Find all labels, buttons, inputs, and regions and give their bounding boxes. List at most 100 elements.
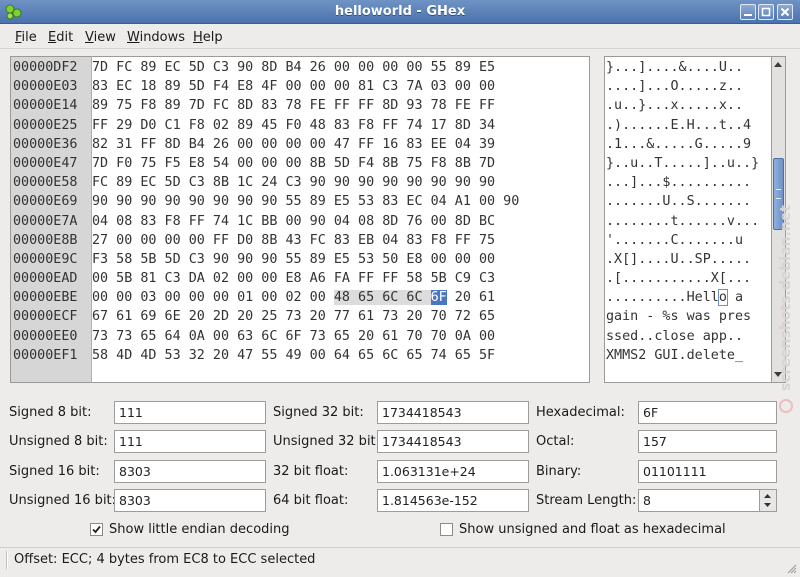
offset-row: 00000E9C [13,251,78,267]
hex-label: Hexadecimal: [536,405,625,420]
ascii-row[interactable]: .)......E.H...t..4 [606,116,759,135]
ascii-row[interactable]: }...]....&....U.. [606,58,759,77]
hex-row[interactable]: 27 00 00 00 00 FF D0 8B 43 FC 83 EB 04 8… [92,231,519,250]
hex-row[interactable]: 89 75 F8 89 7D FC 8D 83 78 FE FF FF 8D 9… [92,96,519,115]
close-button[interactable] [777,4,793,20]
resize-grip-icon[interactable] [785,562,797,574]
hex-row[interactable]: 73 73 65 64 0A 00 63 6C 6F 73 65 20 61 7… [92,327,519,346]
signed8-field[interactable]: 111 [114,401,266,424]
little-endian-option[interactable]: Show little endian decoding [90,522,330,540]
ascii-row[interactable]: ........t......v... [606,212,759,231]
offset-row: 00000E7A [13,213,78,229]
offset-row: 00000E36 [13,136,78,152]
checkmark-icon [92,525,101,534]
hex-row[interactable]: F3 58 5B 5D C3 90 90 90 55 89 E5 53 50 E… [92,250,519,269]
float64-field[interactable]: 1.814563e-152 [377,489,529,512]
unsigned-hex-option[interactable]: Show unsigned and float as hexadecimal [440,522,740,540]
status-text: Offset: ECC; 4 bytes from EC8 to ECC sel… [14,552,316,567]
hex-row[interactable]: FC 89 EC 5D C3 8B 1C 24 C3 90 90 90 90 9… [92,173,519,192]
title-bar[interactable]: helloworld - GHex [0,0,800,24]
menu-help[interactable]: Help [193,30,223,45]
menu-file[interactable]: File [15,30,37,45]
menu-bar: File Edit View Windows Help [0,25,800,49]
offset-row: 00000EBE [13,290,78,306]
float32-field[interactable]: 1.063131e+24 [377,460,529,483]
signed32-label: Signed 32 bit: [273,405,364,420]
ascii-row[interactable]: '.......C.......u [606,231,759,250]
offset-row: 00000EF1 [13,347,78,363]
octal-label: Octal: [536,434,575,449]
maximize-button[interactable] [758,4,774,20]
ascii-row[interactable]: ssed..close app.. [606,327,759,346]
octal-field[interactable]: 157 [638,430,777,453]
signed16-field[interactable]: 8303 [114,460,266,483]
offset-row: 00000DF2 [13,60,78,75]
ascii-row[interactable]: ..........Hello a [606,288,759,307]
unsigned8-field[interactable]: 111 [114,430,266,453]
scroll-up-arrow-icon[interactable] [774,62,782,67]
unsigned32-label: Unsigned 32 bit: [273,434,381,449]
stream-length-field[interactable]: 8 [638,489,760,512]
hex-row[interactable]: 7D F0 75 F5 E8 54 00 00 00 8B 5D F4 8B 7… [92,154,519,173]
menu-windows[interactable]: Windows [127,30,185,45]
ascii-row[interactable]: .u..}...x.....x.. [606,96,759,115]
hex-row[interactable]: FF 29 D0 C1 F8 02 89 45 F0 48 83 F8 FF 7… [92,116,519,135]
binary-field[interactable]: 01101111 [638,460,777,483]
hex-pane[interactable]: 7D FC 89 EC 5D C3 90 8D B4 26 00 00 00 0… [91,56,590,383]
ascii-row[interactable]: .[...........X[... [606,269,759,288]
unsigned16-label: Unsigned 16 bit: [9,493,117,508]
hex-row[interactable]: 00 5B 81 C3 DA 02 00 00 E8 A6 FA FF FF 5… [92,269,519,288]
signed16-label: Signed 16 bit: [9,464,100,479]
binary-label: Binary: [536,464,582,479]
offset-row: 00000EAD [13,271,78,287]
ascii-row[interactable]: ....]...O.....z.. [606,77,759,96]
ascii-row[interactable]: .1...&.....G.....9 [606,135,759,154]
hex-row[interactable]: 90 90 90 90 90 90 90 90 55 89 E5 53 83 E… [92,192,519,211]
hex-field[interactable]: 6F [638,401,777,424]
signed8-label: Signed 8 bit: [9,405,92,420]
hex-row[interactable]: 00 00 03 00 00 00 01 00 02 00 48 65 6C 6… [92,288,519,307]
hex-row[interactable]: 67 61 69 6E 20 2D 20 25 73 20 77 61 73 2… [92,307,519,326]
ascii-cursor[interactable]: o [717,289,728,307]
little-endian-label: Show little endian decoding [109,522,290,537]
ascii-row[interactable]: .......U..S....... [606,192,759,211]
offset-row: 00000E58 [13,175,78,191]
maximize-icon [761,7,771,17]
unsigned-hex-checkbox[interactable] [440,523,453,536]
hex-row[interactable]: 83 EC 18 89 5D F4 E8 4F 00 00 00 81 C3 7… [92,77,519,96]
status-bar: Offset: ECC; 4 bytes from EC8 to ECC sel… [0,547,800,577]
stream-length-spinner[interactable] [760,489,777,512]
ascii-pane[interactable]: }...]....&....U.. ....]...O.....z.. .u..}.… [604,56,772,383]
spinner-arrows-icon [764,494,771,507]
offset-row: 00000ECF [13,309,78,325]
float32-label: 32 bit float: [273,464,349,479]
hex-row[interactable]: 82 31 FF 8D B4 26 00 00 00 00 47 FF 16 8… [92,135,519,154]
selected-bytes[interactable]: 48 65 6C 6C [333,290,431,306]
minimize-button[interactable] [740,4,756,20]
menu-edit[interactable]: Edit [48,30,73,45]
offset-row: 00000E03 [13,79,78,95]
status-separator [6,551,8,569]
ascii-row[interactable]: .X[]....U..SP..... [606,250,759,269]
ascii-row[interactable]: ...]...$.......... [606,173,759,192]
unsigned32-field[interactable]: 1734418543 [377,430,529,453]
offset-row: 00000E69 [13,194,78,210]
hex-row[interactable]: 58 4D 4D 53 32 20 47 55 49 00 64 65 6C 6… [92,346,519,365]
unsigned16-field[interactable]: 8303 [114,489,266,512]
ascii-row[interactable]: XMMS2 GUI.delete_ [606,346,759,365]
stream-length-label: Stream Length: [536,493,637,508]
minimize-icon [744,14,752,16]
little-endian-checkbox[interactable] [90,523,103,536]
signed32-field[interactable]: 1734418543 [377,401,529,424]
close-icon [780,7,790,17]
cursor-byte[interactable]: 6F [430,290,447,306]
hex-row[interactable]: 7D FC 89 EC 5D C3 90 8D B4 26 00 00 00 0… [92,58,519,77]
offset-column: 00000DF2 00000E03 00000E14 00000E25 00000E36… [10,56,91,383]
menu-view[interactable]: View [85,30,116,45]
hex-row[interactable]: 04 08 83 F8 FF 74 1C BB 00 90 04 08 8D 7… [92,212,519,231]
unsigned8-label: Unsigned 8 bit: [9,434,108,449]
offset-row: 00000EE0 [13,328,78,344]
ascii-row[interactable]: }..u..T.....]..u..} [606,154,759,173]
ascii-row[interactable]: gain - %s was pres [606,307,759,326]
offset-row: 00000E25 [13,117,78,133]
